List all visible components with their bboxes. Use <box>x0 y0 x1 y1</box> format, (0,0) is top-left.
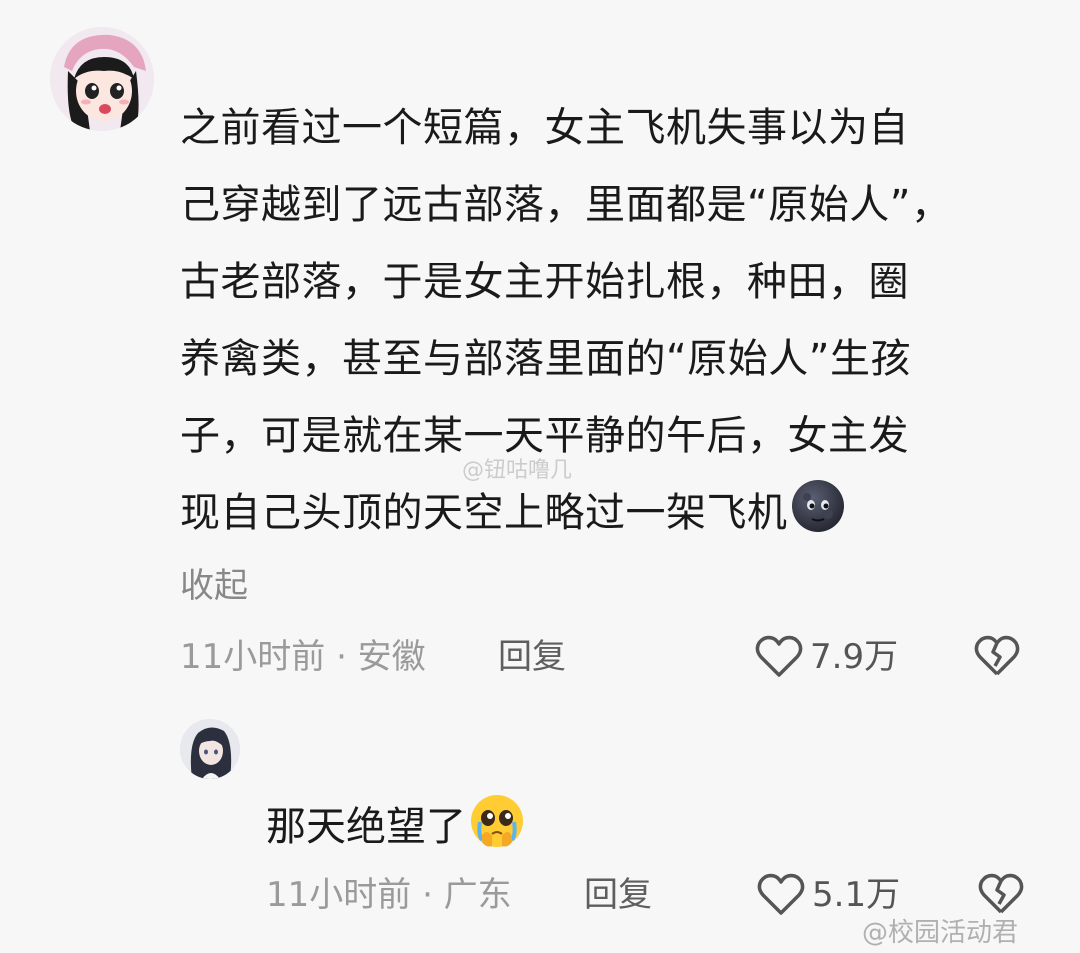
pleading-face-emoji-icon <box>468 792 526 850</box>
broken-heart-icon[interactable] <box>974 634 1020 678</box>
time-location: 11小时前 · 广东 <box>266 875 512 915</box>
comment-meta: 11小时前 · 安徽 回复 7.9万 <box>180 632 1050 682</box>
reply-content: 那天绝望了 <box>266 804 466 850</box>
anime-girl-dark-hair-avatar-icon <box>180 719 240 779</box>
collapse-button[interactable]: 收起 <box>180 562 248 610</box>
comment-line: 养禽类，甚至与部落里面的“原始人”生孩 <box>180 336 911 382</box>
like-count: 7.9万 <box>810 637 899 677</box>
reply-body: 那天绝望了 <box>266 792 526 857</box>
anime-girl-avatar-icon <box>50 27 154 131</box>
heart-outline-icon <box>757 873 805 915</box>
reply-button[interactable]: 回复 <box>584 870 652 920</box>
comment-line: 现自己头顶的天空上略过一架飞机 <box>180 490 788 536</box>
avatar[interactable] <box>50 27 154 131</box>
comment-thread: 之前看过一个短篇，女主飞机失事以为自 己穿越到了远古部落，里面都是“原始人”， … <box>0 0 1080 953</box>
comment-line: 子，可是就在某一天平静的午后，女主发 <box>180 413 909 459</box>
comment-line: 之前看过一个短篇，女主飞机失事以为自 <box>180 105 909 151</box>
comment-line: 己穿越到了远古部落，里面都是“原始人”， <box>180 182 952 228</box>
comment-body: 之前看过一个短篇，女主飞机失事以为自 己穿越到了远古部落，里面都是“原始人”， … <box>180 90 1010 552</box>
comment-line: 古老部落，于是女主开始扎根，种田，圈 <box>180 259 909 305</box>
new-moon-face-emoji-icon <box>790 478 846 534</box>
heart-outline-icon <box>755 635 803 677</box>
watermark: @校园活动君 <box>862 918 1019 948</box>
watermark: @钮咕噜几 <box>462 458 573 483</box>
reply-avatar[interactable] <box>180 719 240 779</box>
comment-line-last: 现自己头顶的天空上略过一架飞机 <box>180 475 1010 552</box>
broken-heart-icon[interactable] <box>978 872 1024 916</box>
like-button[interactable]: 7.9万 <box>754 632 898 682</box>
reply-button[interactable]: 回复 <box>498 632 566 682</box>
time-location: 11小时前 · 安徽 <box>180 637 426 677</box>
